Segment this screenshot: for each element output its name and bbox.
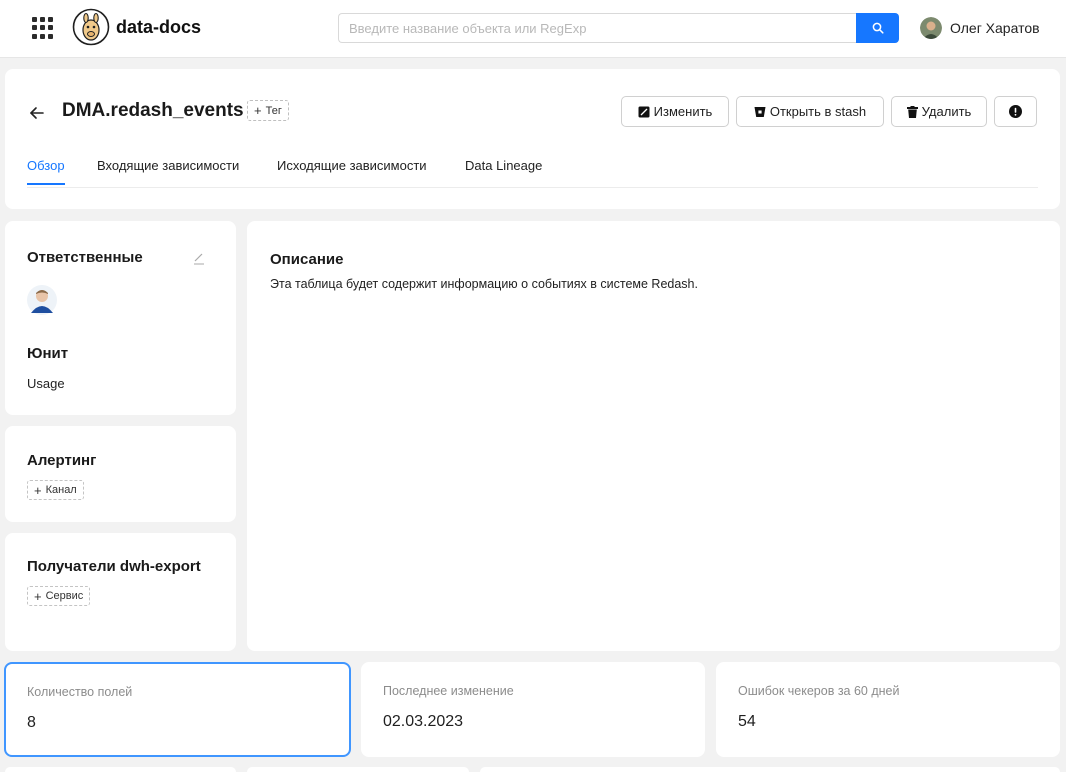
info-button[interactable] — [994, 96, 1037, 127]
edit-button[interactable]: Изменить — [621, 96, 729, 127]
bitbucket-icon — [754, 106, 766, 117]
stat-value: 02.03.2023 — [383, 713, 464, 730]
plus-icon: + — [34, 482, 42, 498]
edit-label: Изменить — [653, 104, 713, 119]
add-channel-label: Канал — [45, 484, 77, 496]
stat-value: 54 — [738, 713, 756, 730]
alerting-card: Алертинг + Канал — [5, 426, 236, 522]
description-text: Эта таблица будет содержит информацию о … — [270, 277, 698, 291]
search-input[interactable] — [338, 13, 857, 43]
exclamation-icon — [1009, 105, 1022, 118]
arrow-left-icon[interactable] — [27, 103, 49, 123]
user-avatar[interactable] — [920, 17, 942, 39]
owners-card: Ответственные Юнит Usage — [5, 221, 236, 415]
object-header-card: DMA.redash_events + Тег Изменить Открыть… — [5, 69, 1060, 209]
recipients-title: Получатели dwh-export — [27, 558, 201, 575]
unit-title: Юнит — [27, 345, 69, 362]
brand-name[interactable]: data-docs — [116, 17, 201, 38]
description-card: Описание Эта таблица будет содержит инфо… — [247, 221, 1060, 651]
add-tag-button[interactable]: + Тег — [247, 100, 289, 121]
recipients-card: Получатели dwh-export + Сервис — [5, 533, 236, 651]
plus-icon: + — [34, 588, 42, 604]
delete-button[interactable]: Удалить — [891, 96, 987, 127]
tab-overview[interactable]: Обзор — [27, 158, 65, 185]
edit-icon — [638, 106, 650, 117]
next-card-partial — [480, 767, 1060, 772]
owner-avatar[interactable] — [27, 285, 57, 315]
top-bar: data-docs Олег Харатов — [0, 0, 1066, 58]
add-tag-label: Тег — [265, 104, 282, 117]
pencil-icon[interactable] — [192, 251, 206, 265]
object-tabs: Обзор Входящие зависимости Исходящие зав… — [27, 156, 1038, 188]
stat-card-checker-errors[interactable]: Ошибок чекеров за 60 дней 54 — [716, 662, 1060, 757]
delete-label: Удалить — [921, 104, 972, 119]
description-title: Описание — [270, 251, 344, 268]
add-service-label: Сервис — [45, 590, 84, 602]
tab-incoming-dependencies[interactable]: Входящие зависимости — [97, 158, 239, 183]
stat-value: 8 — [27, 714, 36, 731]
alerting-title: Алертинг — [27, 452, 97, 469]
object-title: DMA.redash_events — [62, 100, 244, 121]
add-service-button[interactable]: + Сервис — [27, 586, 91, 606]
open-stash-button[interactable]: Открыть в stash — [736, 96, 884, 127]
stat-card-fields-count[interactable]: Количество полей 8 — [4, 662, 351, 757]
unit-value: Usage — [27, 376, 65, 391]
tab-data-lineage[interactable]: Data Lineage — [465, 158, 542, 183]
apps-grid-icon[interactable] — [32, 17, 54, 39]
trash-icon — [906, 105, 918, 118]
search-icon — [872, 22, 884, 34]
search-button[interactable] — [856, 13, 899, 43]
tab-outgoing-dependencies[interactable]: Исходящие зависимости — [277, 158, 427, 183]
next-card-partial — [5, 767, 236, 772]
open-stash-label: Открыть в stash — [769, 104, 867, 119]
stat-card-last-change[interactable]: Последнее изменение 02.03.2023 — [361, 662, 705, 757]
stat-label: Количество полей — [27, 685, 133, 699]
logo-llama-icon[interactable] — [72, 8, 110, 46]
next-card-partial — [247, 767, 469, 772]
owners-title: Ответственные — [27, 249, 143, 266]
stat-label: Последнее изменение — [383, 684, 514, 698]
stat-label: Ошибок чекеров за 60 дней — [738, 684, 900, 698]
add-channel-button[interactable]: + Канал — [27, 480, 84, 500]
user-name[interactable]: Олег Харатов — [950, 20, 1040, 36]
plus-icon: + — [254, 103, 262, 118]
